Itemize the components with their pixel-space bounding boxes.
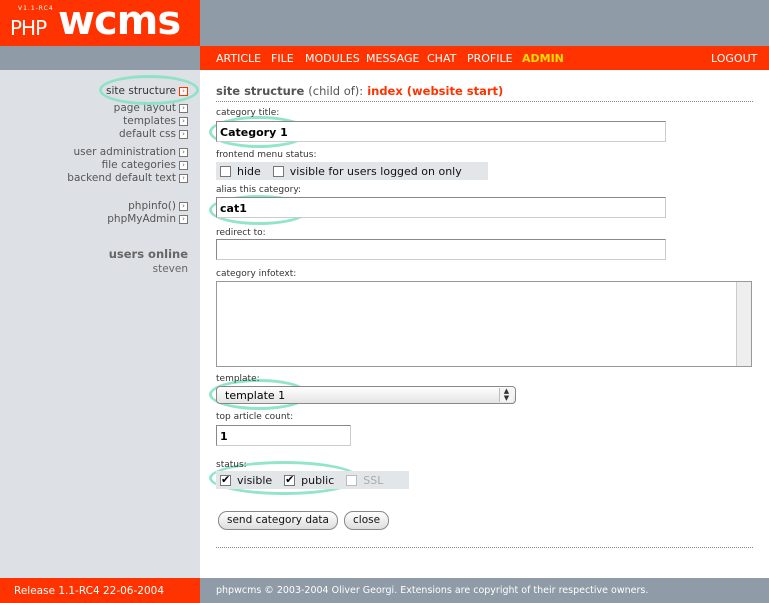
sidebar-item-label: user administration xyxy=(73,146,176,158)
copyright-text: phpwcms © 2003-2004 Oliver Georgi. Exten… xyxy=(216,585,649,596)
sidebar-item-templates[interactable]: templates › xyxy=(123,115,188,127)
logo: V1.1-RC4 PHP wcms xyxy=(0,0,200,46)
chevron-right-icon: › xyxy=(179,86,188,96)
loggedon-checkbox[interactable] xyxy=(272,165,284,177)
redirect-input[interactable] xyxy=(216,239,666,260)
redirect-label: redirect to: xyxy=(216,228,266,238)
sidebar-item-label: phpinfo() xyxy=(128,200,176,212)
header-left-strip xyxy=(0,46,200,70)
category-title-label: category title: xyxy=(216,108,280,118)
sidebar-item-label: default css xyxy=(119,128,176,140)
divider xyxy=(216,101,753,102)
nav-admin[interactable]: ADMIN xyxy=(522,52,564,65)
sidebar-item-default-css[interactable]: default css › xyxy=(119,128,188,140)
send-category-data-button[interactable]: send category data xyxy=(218,511,338,530)
footer-release: Release 1.1-RC4 22-06-2004 xyxy=(0,578,200,603)
logo-wcms: wcms xyxy=(58,0,181,44)
category-title-input[interactable]: Category 1 xyxy=(216,121,666,142)
sidebar-item-label: templates xyxy=(123,115,176,127)
logo-version: V1.1-RC4 xyxy=(18,5,54,12)
sidebar-item-label: backend default text xyxy=(67,172,176,184)
infotext-label: category infotext: xyxy=(216,269,297,279)
nav-message[interactable]: MESSAGE xyxy=(366,52,419,65)
sidebar-item-label: site structure xyxy=(106,85,176,97)
hide-checkbox-label: hide xyxy=(237,164,261,178)
menu-status-label: frontend menu status: xyxy=(216,150,317,160)
users-online-user: steven xyxy=(152,263,188,275)
nav-article[interactable]: ARTICLE xyxy=(216,52,261,65)
chevron-right-icon: › xyxy=(179,129,188,139)
public-checkbox[interactable] xyxy=(284,473,296,486)
nav-chat[interactable]: CHAT xyxy=(427,52,456,65)
chevron-right-icon: › xyxy=(179,116,188,126)
divider xyxy=(216,547,753,548)
logout-link[interactable]: LOGOUT xyxy=(711,52,757,65)
sidebar-item-page-layout[interactable]: page layout › xyxy=(114,102,188,114)
menu-status-group: hide visible for users logged on only xyxy=(216,162,488,180)
logo-php: PHP xyxy=(10,16,47,40)
sidebar-item-label: phpMyAdmin xyxy=(107,213,176,225)
header-banner xyxy=(200,0,769,46)
hide-checkbox[interactable] xyxy=(220,165,231,177)
alias-input[interactable]: cat1 xyxy=(216,197,666,218)
page-title-section: site structure xyxy=(216,84,305,98)
chevron-right-icon: › xyxy=(179,147,188,157)
footer-copyright: phpwcms © 2003-2004 Oliver Georgi. Exten… xyxy=(200,578,769,603)
sidebar-item-label: page layout xyxy=(113,102,176,114)
infotext-scrollbar[interactable] xyxy=(736,282,751,366)
page-title-parent: index (website start) xyxy=(367,84,504,98)
infotext-textarea[interactable] xyxy=(216,281,752,367)
top-count-label: top article count: xyxy=(216,412,294,422)
close-button[interactable]: close xyxy=(344,511,390,530)
top-count-input[interactable]: 1 xyxy=(216,425,351,446)
template-select-value: template 1 xyxy=(225,389,286,402)
chevron-right-icon: › xyxy=(179,160,188,170)
main-navigation: ARTICLE FILE MODULES MESSAGE CHAT PROFIL… xyxy=(200,46,769,70)
sidebar: site structure › page layout › templates › … xyxy=(0,70,200,578)
release-text: Release 1.1-RC4 22-06-2004 xyxy=(14,585,164,597)
sidebar-item-user-administration[interactable]: user administration › xyxy=(73,146,188,158)
loggedon-checkbox-label: visible for users logged on only xyxy=(289,164,462,178)
sidebar-item-site-structure[interactable]: site structure › xyxy=(106,85,188,97)
sidebar-item-file-categories[interactable]: file categories › xyxy=(102,159,188,171)
alias-label: alias this category: xyxy=(216,185,302,195)
visible-checkbox-label: visible xyxy=(237,473,273,487)
chevron-right-icon: › xyxy=(179,201,188,211)
sidebar-item-phpmyadmin[interactable]: phpMyAdmin › xyxy=(107,213,188,225)
visible-checkbox[interactable] xyxy=(220,473,231,486)
ssl-checkbox-label: SSL xyxy=(363,473,384,487)
public-checkbox-label: public xyxy=(301,473,335,487)
select-arrows-icon: ▲ ▼ xyxy=(499,388,513,402)
status-label: status: xyxy=(216,460,247,470)
status-group: visible public SSL xyxy=(216,471,409,489)
chevron-right-icon: › xyxy=(179,103,188,113)
page-title-childof: (child of): xyxy=(308,84,364,98)
sidebar-item-backend-default-text[interactable]: backend default text › xyxy=(67,172,188,184)
nav-file[interactable]: FILE xyxy=(271,52,294,65)
template-label: template: xyxy=(216,374,260,384)
sidebar-item-label: file categories xyxy=(101,159,176,171)
nav-modules[interactable]: MODULES xyxy=(305,52,360,65)
ssl-checkbox xyxy=(346,474,358,486)
nav-profile[interactable]: PROFILE xyxy=(467,52,513,65)
sidebar-item-phpinfo[interactable]: phpinfo() › xyxy=(128,200,188,212)
users-online-heading: users online xyxy=(108,247,188,261)
chevron-right-icon: › xyxy=(179,173,188,183)
page-title: site structure (child of): index (websit… xyxy=(216,84,503,98)
template-select[interactable]: template 1 ▲ ▼ xyxy=(216,386,516,404)
chevron-right-icon: › xyxy=(179,214,188,224)
